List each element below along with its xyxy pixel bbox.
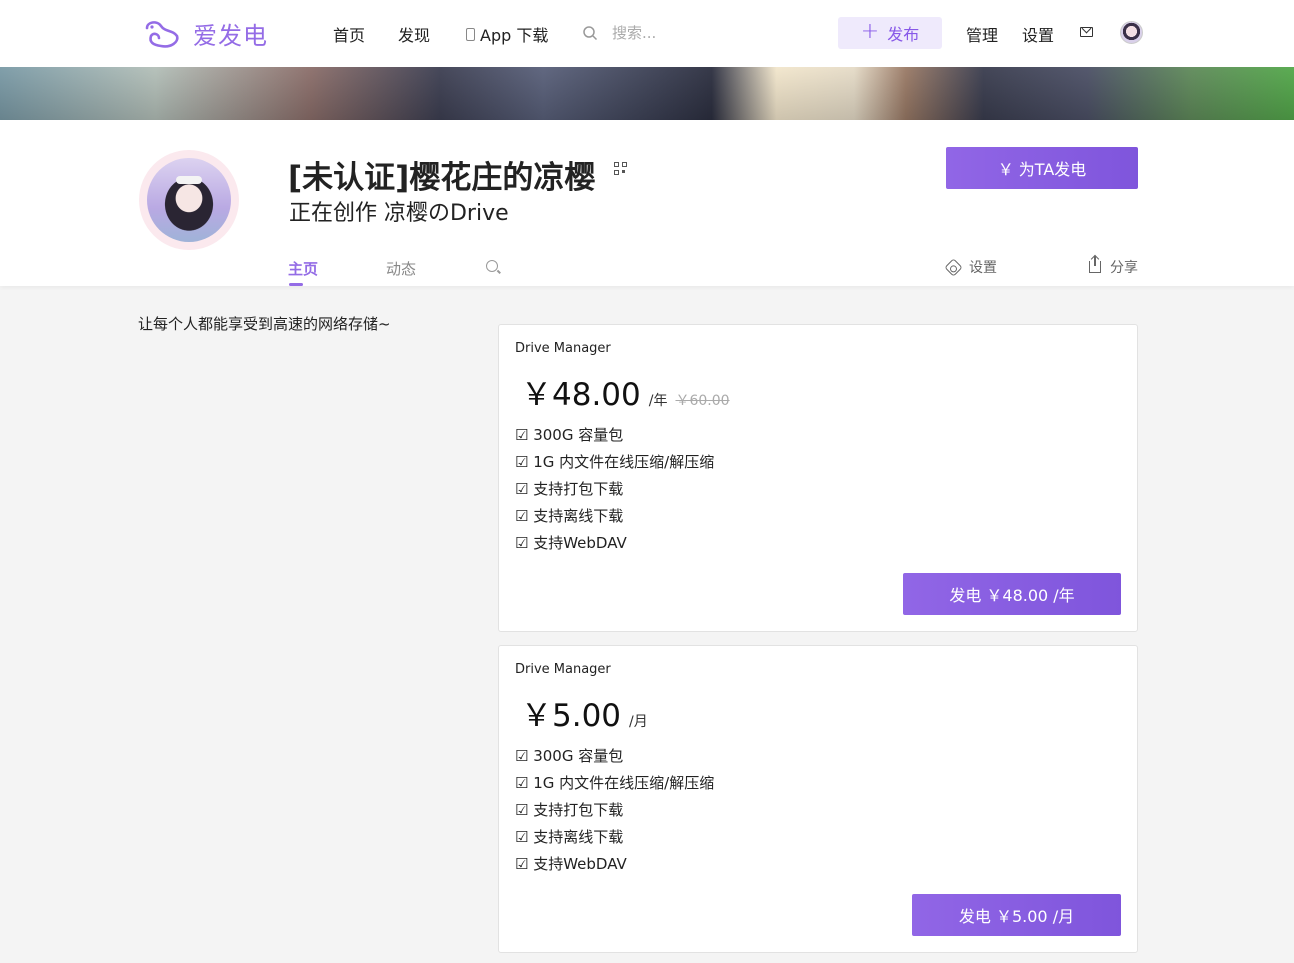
feature-item: ☑ 300G 容量包 bbox=[515, 426, 624, 444]
nav-settings[interactable]: 设置 bbox=[1022, 22, 1054, 46]
user-avatar[interactable] bbox=[1120, 21, 1143, 44]
profile-header: [未认证]樱花庄的凉樱 正在创作 凉樱のDrive ￥ 为TA发电 主页 动态 … bbox=[0, 120, 1294, 286]
logo-text: 爱发电 bbox=[193, 22, 268, 50]
active-tab-indicator bbox=[289, 283, 303, 286]
feature-list: ☑ 300G 容量包 ☑ 1G 内文件在线压缩/解压缩 ☑ 支持打包下载 ☑ 支… bbox=[515, 746, 714, 881]
plan-price: ￥48.00 bbox=[521, 377, 641, 413]
nav-app-download-label: App 下载 bbox=[480, 26, 549, 45]
search-icon[interactable] bbox=[486, 260, 498, 272]
nav-app-download[interactable]: App 下载 bbox=[466, 22, 548, 46]
publish-label: 发布 bbox=[887, 25, 920, 44]
plan-period: /年 bbox=[648, 393, 668, 409]
plan-name: Drive Manager bbox=[515, 662, 611, 677]
price-row: ￥5.00 /月 bbox=[521, 690, 648, 735]
logo[interactable]: 爱发电 bbox=[143, 16, 268, 51]
share-icon bbox=[1089, 256, 1101, 273]
creator-name: [未认证]樱花庄的凉樱 bbox=[288, 160, 596, 196]
settings-button[interactable]: 设置 bbox=[944, 257, 997, 277]
search-input[interactable]: 搜索... bbox=[582, 22, 656, 43]
phone-icon bbox=[466, 27, 475, 41]
nav-manage[interactable]: 管理 bbox=[966, 22, 998, 46]
gear-icon bbox=[944, 257, 963, 277]
feature-item: ☑ 1G 内文件在线压缩/解压缩 bbox=[515, 453, 715, 471]
feature-item: ☑ 1G 内文件在线压缩/解压缩 bbox=[515, 774, 715, 792]
pay-monthly-button[interactable]: 发电 ￥5.00 /月 bbox=[912, 894, 1121, 936]
publish-button[interactable]: + 发布 bbox=[838, 17, 942, 49]
creator-avatar[interactable] bbox=[139, 150, 239, 250]
about-text: 让每个人都能享受到高速的网络存储~ bbox=[138, 315, 391, 333]
nav-discover[interactable]: 发现 bbox=[398, 22, 430, 46]
feature-item: ☑ 支持打包下载 bbox=[515, 480, 624, 498]
share-label: 分享 bbox=[1110, 260, 1138, 276]
feature-item: ☑ 支持打包下载 bbox=[515, 801, 624, 819]
nav-home[interactable]: 首页 bbox=[333, 22, 365, 46]
logo-icon bbox=[145, 20, 179, 48]
feature-item: ☑ 支持WebDAV bbox=[515, 855, 627, 873]
plan-period: /月 bbox=[629, 714, 648, 730]
mail-icon[interactable] bbox=[1080, 27, 1093, 37]
settings-label: 设置 bbox=[969, 260, 997, 276]
cover-banner bbox=[0, 67, 1294, 120]
plan-card: Drive Manager ￥5.00 /月 ☑ 300G 容量包 ☑ 1G 内… bbox=[498, 645, 1138, 953]
plan-card: Drive Manager ￥48.00 /年 ￥60.00 ☑ 300G 容量… bbox=[498, 324, 1138, 632]
tab-home[interactable]: 主页 bbox=[288, 258, 318, 279]
feature-item: ☑ 支持离线下载 bbox=[515, 507, 624, 525]
plus-icon: + bbox=[860, 19, 880, 44]
feature-list: ☑ 300G 容量包 ☑ 1G 内文件在线压缩/解压缩 ☑ 支持打包下载 ☑ 支… bbox=[515, 425, 714, 560]
feature-item: ☑ 300G 容量包 bbox=[515, 747, 624, 765]
support-button[interactable]: ￥ 为TA发电 bbox=[946, 147, 1138, 189]
creating-description: 正在创作 凉樱のDrive bbox=[289, 201, 509, 226]
search-placeholder: 搜索... bbox=[612, 24, 657, 42]
avatar-image bbox=[147, 158, 231, 242]
feature-item: ☑ 支持WebDAV bbox=[515, 534, 627, 552]
search-icon bbox=[583, 25, 598, 40]
pay-yearly-button[interactable]: 发电 ￥48.00 /年 bbox=[903, 573, 1121, 615]
price-row: ￥48.00 /年 ￥60.00 bbox=[521, 369, 730, 414]
plan-price: ￥5.00 bbox=[521, 698, 622, 734]
tab-posts[interactable]: 动态 bbox=[386, 258, 416, 279]
plan-name: Drive Manager bbox=[515, 341, 611, 356]
feature-item: ☑ 支持离线下载 bbox=[515, 828, 624, 846]
original-price: ￥60.00 bbox=[675, 393, 730, 409]
share-button[interactable]: 分享 bbox=[1089, 256, 1138, 277]
qrcode-icon[interactable] bbox=[614, 162, 628, 176]
top-navigation: 爱发电 首页 发现 App 下载 搜索... + 发布 管理 设置 bbox=[0, 0, 1294, 67]
